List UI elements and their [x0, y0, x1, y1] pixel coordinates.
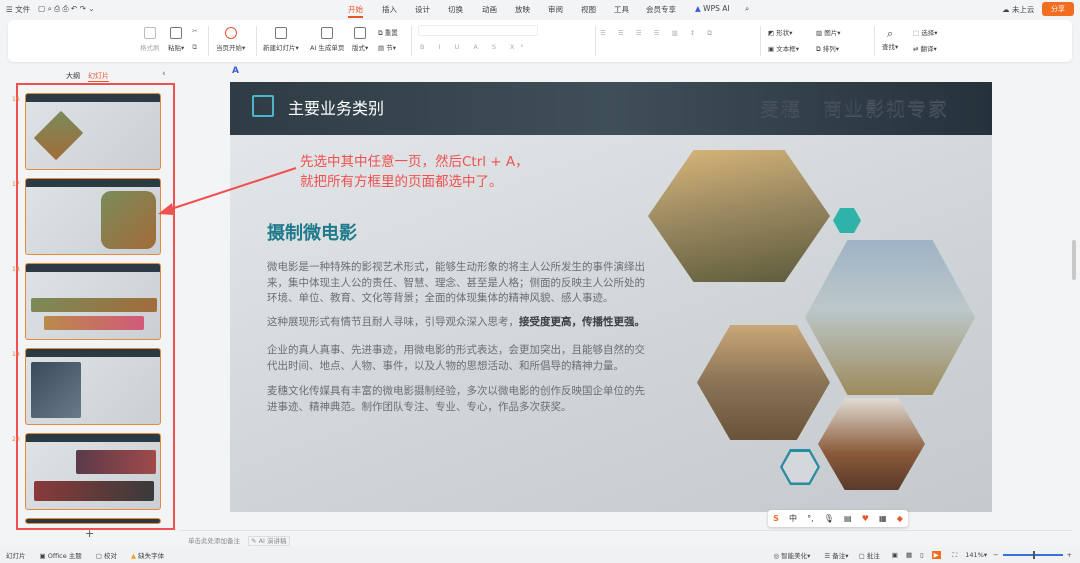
punctuation-icon[interactable]: °,: [807, 514, 814, 523]
notes-placeholder[interactable]: 单击此处添加备注: [188, 537, 240, 545]
missing-font-button[interactable]: ▲ 缺失字体: [131, 550, 164, 560]
fit-window-icon[interactable]: ⛶: [953, 551, 958, 560]
skin-icon[interactable]: ♥: [862, 514, 869, 523]
zoom-level[interactable]: 141%▾: [965, 551, 987, 559]
smart-beautify-button[interactable]: ◎ 智能美化▾: [773, 550, 810, 560]
label: AI 演讲稿: [258, 537, 287, 545]
ai-speech-button[interactable]: ✎ AI 演讲稿: [248, 536, 290, 546]
microphone-icon[interactable]: 🎙: [824, 514, 834, 523]
annotation-arrow: [158, 167, 297, 215]
label: 141%: [965, 551, 984, 559]
label: 校对: [103, 552, 117, 560]
vertical-scrollbar[interactable]: [1072, 240, 1076, 280]
normal-view-icon[interactable]: ▣: [892, 551, 898, 559]
mascot-icon[interactable]: ◆: [897, 514, 903, 523]
sorter-view-icon[interactable]: ▦: [906, 551, 912, 559]
keyboard-icon[interactable]: ▤: [844, 514, 852, 523]
proof-button[interactable]: ▢ 校对: [96, 550, 117, 560]
status-bar: 幻灯片 ▣ Office 主题 ▢ 校对 ▲ 缺失字体 ◎ 智能美化▾ ☰ 备注…: [0, 547, 1080, 563]
ime-toolbar[interactable]: S 中 °, 🎙 ▤ ♥ ▦ ◆: [768, 510, 908, 527]
sogou-icon[interactable]: S: [773, 514, 779, 523]
label: 备注: [832, 552, 846, 560]
zoom-in-button[interactable]: +: [1067, 551, 1072, 559]
slide-indicator: 幻灯片: [6, 552, 26, 560]
label: 批注: [866, 552, 880, 560]
play-button[interactable]: ▶: [931, 551, 941, 559]
notes-bar[interactable]: 单击此处添加备注 ✎ AI 演讲稿: [180, 530, 1072, 546]
label: 缺失字体: [138, 552, 165, 560]
label: 智能美化: [781, 552, 808, 560]
ime-language[interactable]: 中: [789, 513, 797, 524]
zoom-out-button[interactable]: −: [993, 551, 998, 559]
notes-toggle[interactable]: ☰ 备注▾: [824, 550, 848, 560]
grid-icon[interactable]: ▦: [879, 514, 887, 523]
warning-icon: ▲: [130, 552, 136, 560]
comment-toggle[interactable]: ▢ 批注: [859, 550, 880, 560]
reading-view-icon[interactable]: ▯: [920, 551, 924, 559]
label: Office 主题: [47, 552, 82, 560]
theme-indicator[interactable]: ▣ Office 主题: [40, 550, 82, 560]
zoom-slider[interactable]: [1002, 551, 1063, 559]
